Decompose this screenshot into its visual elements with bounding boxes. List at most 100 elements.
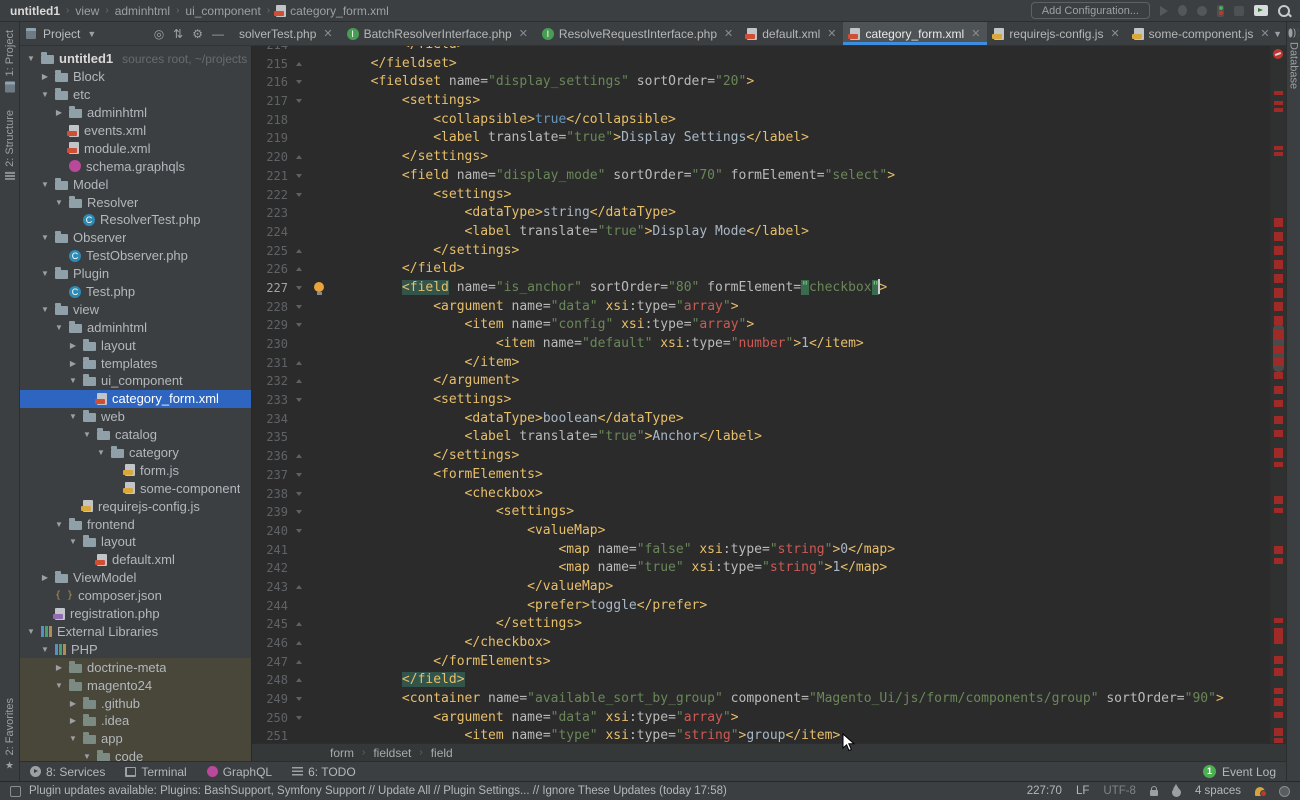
code-line-241[interactable]: 241 <map name="false" xsi:type="string">… [252, 541, 1286, 560]
tree-item-frontend[interactable]: ▼frontend [20, 515, 251, 533]
error-stripe-mark[interactable] [1274, 430, 1283, 437]
error-stripe-mark[interactable] [1274, 628, 1283, 644]
chevron-down-icon[interactable]: ▼ [87, 29, 96, 39]
error-stripe-mark[interactable] [1274, 546, 1283, 554]
error-stripe-mark[interactable] [1274, 448, 1283, 458]
tree-item-view[interactable]: ▼view [20, 300, 251, 318]
code-line-243[interactable]: 243 </valueMap> [252, 578, 1286, 597]
fold-toggle-icon[interactable] [292, 447, 308, 466]
fold-toggle-icon[interactable] [292, 615, 308, 634]
error-stripe-mark[interactable] [1274, 232, 1283, 241]
fold-toggle-icon[interactable] [292, 55, 308, 74]
chevron-right-icon[interactable]: ▶ [68, 699, 78, 708]
fold-toggle-icon[interactable] [292, 279, 308, 298]
fold-toggle-icon[interactable] [292, 690, 308, 709]
error-stripe-mark[interactable] [1274, 91, 1283, 95]
fold-toggle-icon[interactable] [292, 354, 308, 373]
status-message[interactable]: Plugin updates available: Plugins: BashS… [29, 785, 727, 797]
close-tab-icon[interactable]: ✕ [827, 27, 836, 40]
tree-item-php[interactable]: ▼PHP [20, 640, 251, 658]
code-line-239[interactable]: 239 <settings> [252, 503, 1286, 522]
tree-item-doctrine-meta[interactable]: ▶doctrine-meta [20, 658, 251, 676]
stop-icon[interactable] [1234, 6, 1244, 16]
error-stripe-mark[interactable] [1274, 358, 1283, 366]
code-line-227[interactable]: 227 <field name="is_anchor" sortOrder="8… [252, 279, 1286, 298]
tree-item-schema-graphqls[interactable]: schema.graphqls [20, 157, 251, 175]
error-stripe-mark[interactable] [1274, 218, 1283, 227]
chevron-right-icon[interactable]: ▶ [40, 72, 50, 81]
error-stripe-mark[interactable] [1274, 101, 1283, 105]
code-line-232[interactable]: 232 </argument> [252, 372, 1286, 391]
code-line-237[interactable]: 237 <formElements> [252, 466, 1286, 485]
tab-solvertest-php[interactable]: solverTest.php✕ [232, 22, 340, 45]
fold-toggle-icon[interactable] [292, 485, 308, 504]
chevron-down-icon[interactable]: ▼ [54, 323, 64, 332]
notification-bell-icon[interactable] [1255, 787, 1265, 796]
error-stripe-mark[interactable] [1274, 712, 1283, 718]
tree-item-category-form-xml[interactable]: category_form.xml [20, 390, 251, 408]
fold-toggle-icon[interactable] [292, 578, 308, 597]
code-line-222[interactable]: 222 <settings> [252, 186, 1286, 205]
tree-item-test-php[interactable]: CTest.php [20, 283, 251, 301]
code-line-228[interactable]: 228 <argument name="data" xsi:type="arra… [252, 298, 1286, 317]
chevron-down-icon[interactable]: ▼ [68, 376, 78, 385]
file-errors-indicator-icon[interactable] [1273, 49, 1283, 59]
fold-toggle-icon[interactable] [292, 92, 308, 111]
fold-toggle-icon[interactable] [292, 503, 308, 522]
code-line-214[interactable]: 214 </field> [252, 46, 1286, 55]
tree-item-plugin[interactable]: ▼Plugin [20, 265, 251, 283]
error-stripe-mark[interactable] [1274, 274, 1283, 283]
chevron-down-icon[interactable]: ▼ [68, 734, 78, 743]
chevron-down-icon[interactable]: ▼ [68, 412, 78, 421]
tree-item-viewmodel[interactable]: ▶ViewModel [20, 569, 251, 587]
code-line-247[interactable]: 247 </formElements> [252, 653, 1286, 672]
tab-resolverequestinterface-php[interactable]: IResolveRequestInterface.php✕ [535, 22, 740, 45]
error-stripe[interactable] [1270, 46, 1286, 743]
fold-toggle-icon[interactable] [292, 634, 308, 653]
toolwindow-services[interactable]: 8: Services [30, 765, 105, 779]
error-stripe-mark[interactable] [1274, 656, 1283, 664]
file-encoding[interactable]: UTF-8 [1103, 785, 1136, 797]
chevron-down-icon[interactable]: ▼ [54, 520, 64, 529]
error-stripe-mark[interactable] [1274, 400, 1283, 407]
screencast-icon[interactable] [1254, 5, 1268, 16]
code-line-221[interactable]: 221 <field name="display_mode" sortOrder… [252, 167, 1286, 186]
breadcrumb-adminhtml[interactable]: adminhtml [115, 4, 170, 18]
chevron-down-icon[interactable]: ▼ [40, 645, 50, 654]
caret-position[interactable]: 227:70 [1027, 785, 1062, 797]
chevron-down-icon[interactable]: ▼ [82, 752, 92, 761]
tree-item-layout[interactable]: ▼layout [20, 533, 251, 551]
code-line-220[interactable]: 220 </settings> [252, 148, 1286, 167]
search-icon[interactable] [1278, 5, 1290, 17]
code-line-244[interactable]: 244 <prefer>toggle</prefer> [252, 597, 1286, 616]
close-tab-icon[interactable]: ✕ [323, 27, 332, 40]
code-line-219[interactable]: 219 <label translate="true">Display Sett… [252, 129, 1286, 148]
error-stripe-mark[interactable] [1274, 260, 1283, 269]
tree-item-category[interactable]: ▼category [20, 444, 251, 462]
code-line-251[interactable]: 251 <item name="type" xsi:type="string">… [252, 727, 1286, 743]
tree-item-adminhtml[interactable]: ▼adminhtml [20, 318, 251, 336]
error-stripe-mark[interactable] [1274, 668, 1283, 676]
toolwindow-todo[interactable]: 6: TODO [292, 765, 356, 779]
tree-item-resolver[interactable]: ▼Resolver [20, 193, 251, 211]
tree-item-events-xml[interactable]: events.xml [20, 122, 251, 140]
chevron-down-icon[interactable]: ▼ [96, 448, 106, 457]
error-stripe-mark[interactable] [1274, 146, 1283, 150]
breadcrumb-untitled1[interactable]: untitled1 [10, 4, 60, 18]
error-stripe-mark[interactable] [1274, 346, 1283, 353]
code-line-236[interactable]: 236 </settings> [252, 447, 1286, 466]
tree-item-testobserver-php[interactable]: CTestObserver.php [20, 247, 251, 265]
editor-breadcrumb-field[interactable]: field [431, 746, 453, 760]
code-line-216[interactable]: 216 <fieldset name="display_settings" so… [252, 73, 1286, 92]
code-line-245[interactable]: 245 </settings> [252, 615, 1286, 634]
error-stripe-mark[interactable] [1274, 698, 1283, 706]
chevron-down-icon[interactable]: ▼ [26, 54, 36, 63]
breadcrumb-ui-component[interactable]: ui_component [185, 4, 260, 18]
breadcrumb-view[interactable]: view [75, 4, 99, 18]
error-stripe-mark[interactable] [1274, 728, 1283, 736]
chevron-right-icon[interactable]: ▶ [54, 663, 64, 672]
toolwindow-terminal[interactable]: Terminal [125, 765, 186, 779]
tree-item-adminhtml[interactable]: ▶adminhtml [20, 104, 251, 122]
error-stripe-mark[interactable] [1274, 372, 1283, 379]
error-stripe-mark[interactable] [1274, 462, 1283, 467]
